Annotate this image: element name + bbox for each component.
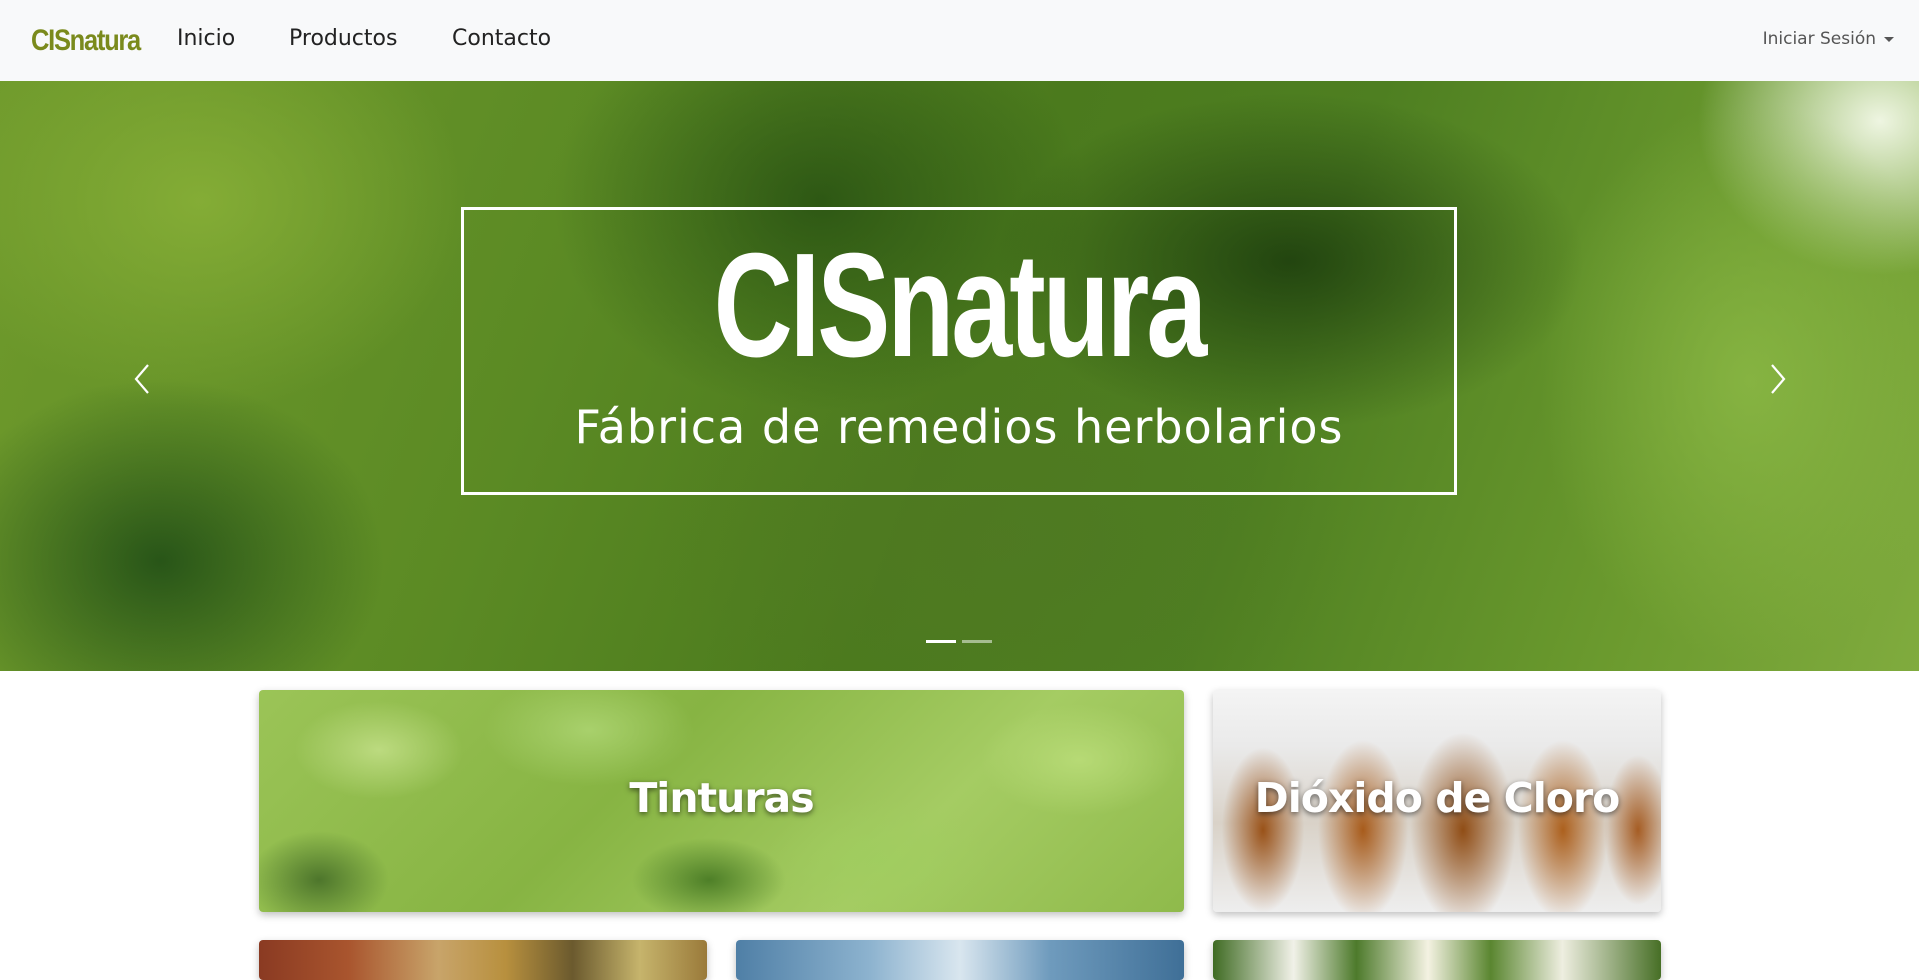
category-title: Dióxido de Cloro <box>1254 774 1621 822</box>
category-card-spices[interactable] <box>259 940 707 980</box>
hero-logo: CISnatura <box>713 223 1208 388</box>
chevron-left-icon <box>134 364 149 394</box>
carousel-prev-button[interactable] <box>124 359 164 399</box>
category-card-water[interactable] <box>736 940 1184 980</box>
category-card-tinturas[interactable]: Tinturas <box>259 690 1184 912</box>
hero-frame: CISnatura Fábrica de remedios herbolario… <box>461 207 1457 495</box>
carousel-indicator-2[interactable] <box>962 640 992 643</box>
category-title: Tinturas <box>629 774 814 822</box>
nav-link-inicio[interactable]: Inicio <box>177 26 235 51</box>
chevron-right-icon <box>1771 364 1786 394</box>
category-card-flowers[interactable] <box>1213 940 1661 980</box>
login-dropdown[interactable]: Iniciar Sesión <box>1763 29 1894 49</box>
caret-down-icon <box>1884 37 1894 42</box>
carousel-indicator-1[interactable] <box>926 640 956 643</box>
carousel-indicators <box>926 640 992 643</box>
top-navbar: CISnatura Inicio Productos Contacto Inic… <box>0 0 1919 81</box>
category-card-dioxido-de-cloro[interactable]: Dióxido de Cloro <box>1213 690 1661 912</box>
hero-subtitle: Fábrica de remedios herbolarios <box>574 400 1344 454</box>
nav-link-productos[interactable]: Productos <box>289 26 397 51</box>
hero-carousel: CISnatura Fábrica de remedios herbolario… <box>0 81 1919 671</box>
brand-logo[interactable]: CISnatura <box>31 24 141 58</box>
nav-link-contacto[interactable]: Contacto <box>452 26 551 51</box>
login-label: Iniciar Sesión <box>1762 29 1876 49</box>
carousel-next-button[interactable] <box>1756 359 1796 399</box>
